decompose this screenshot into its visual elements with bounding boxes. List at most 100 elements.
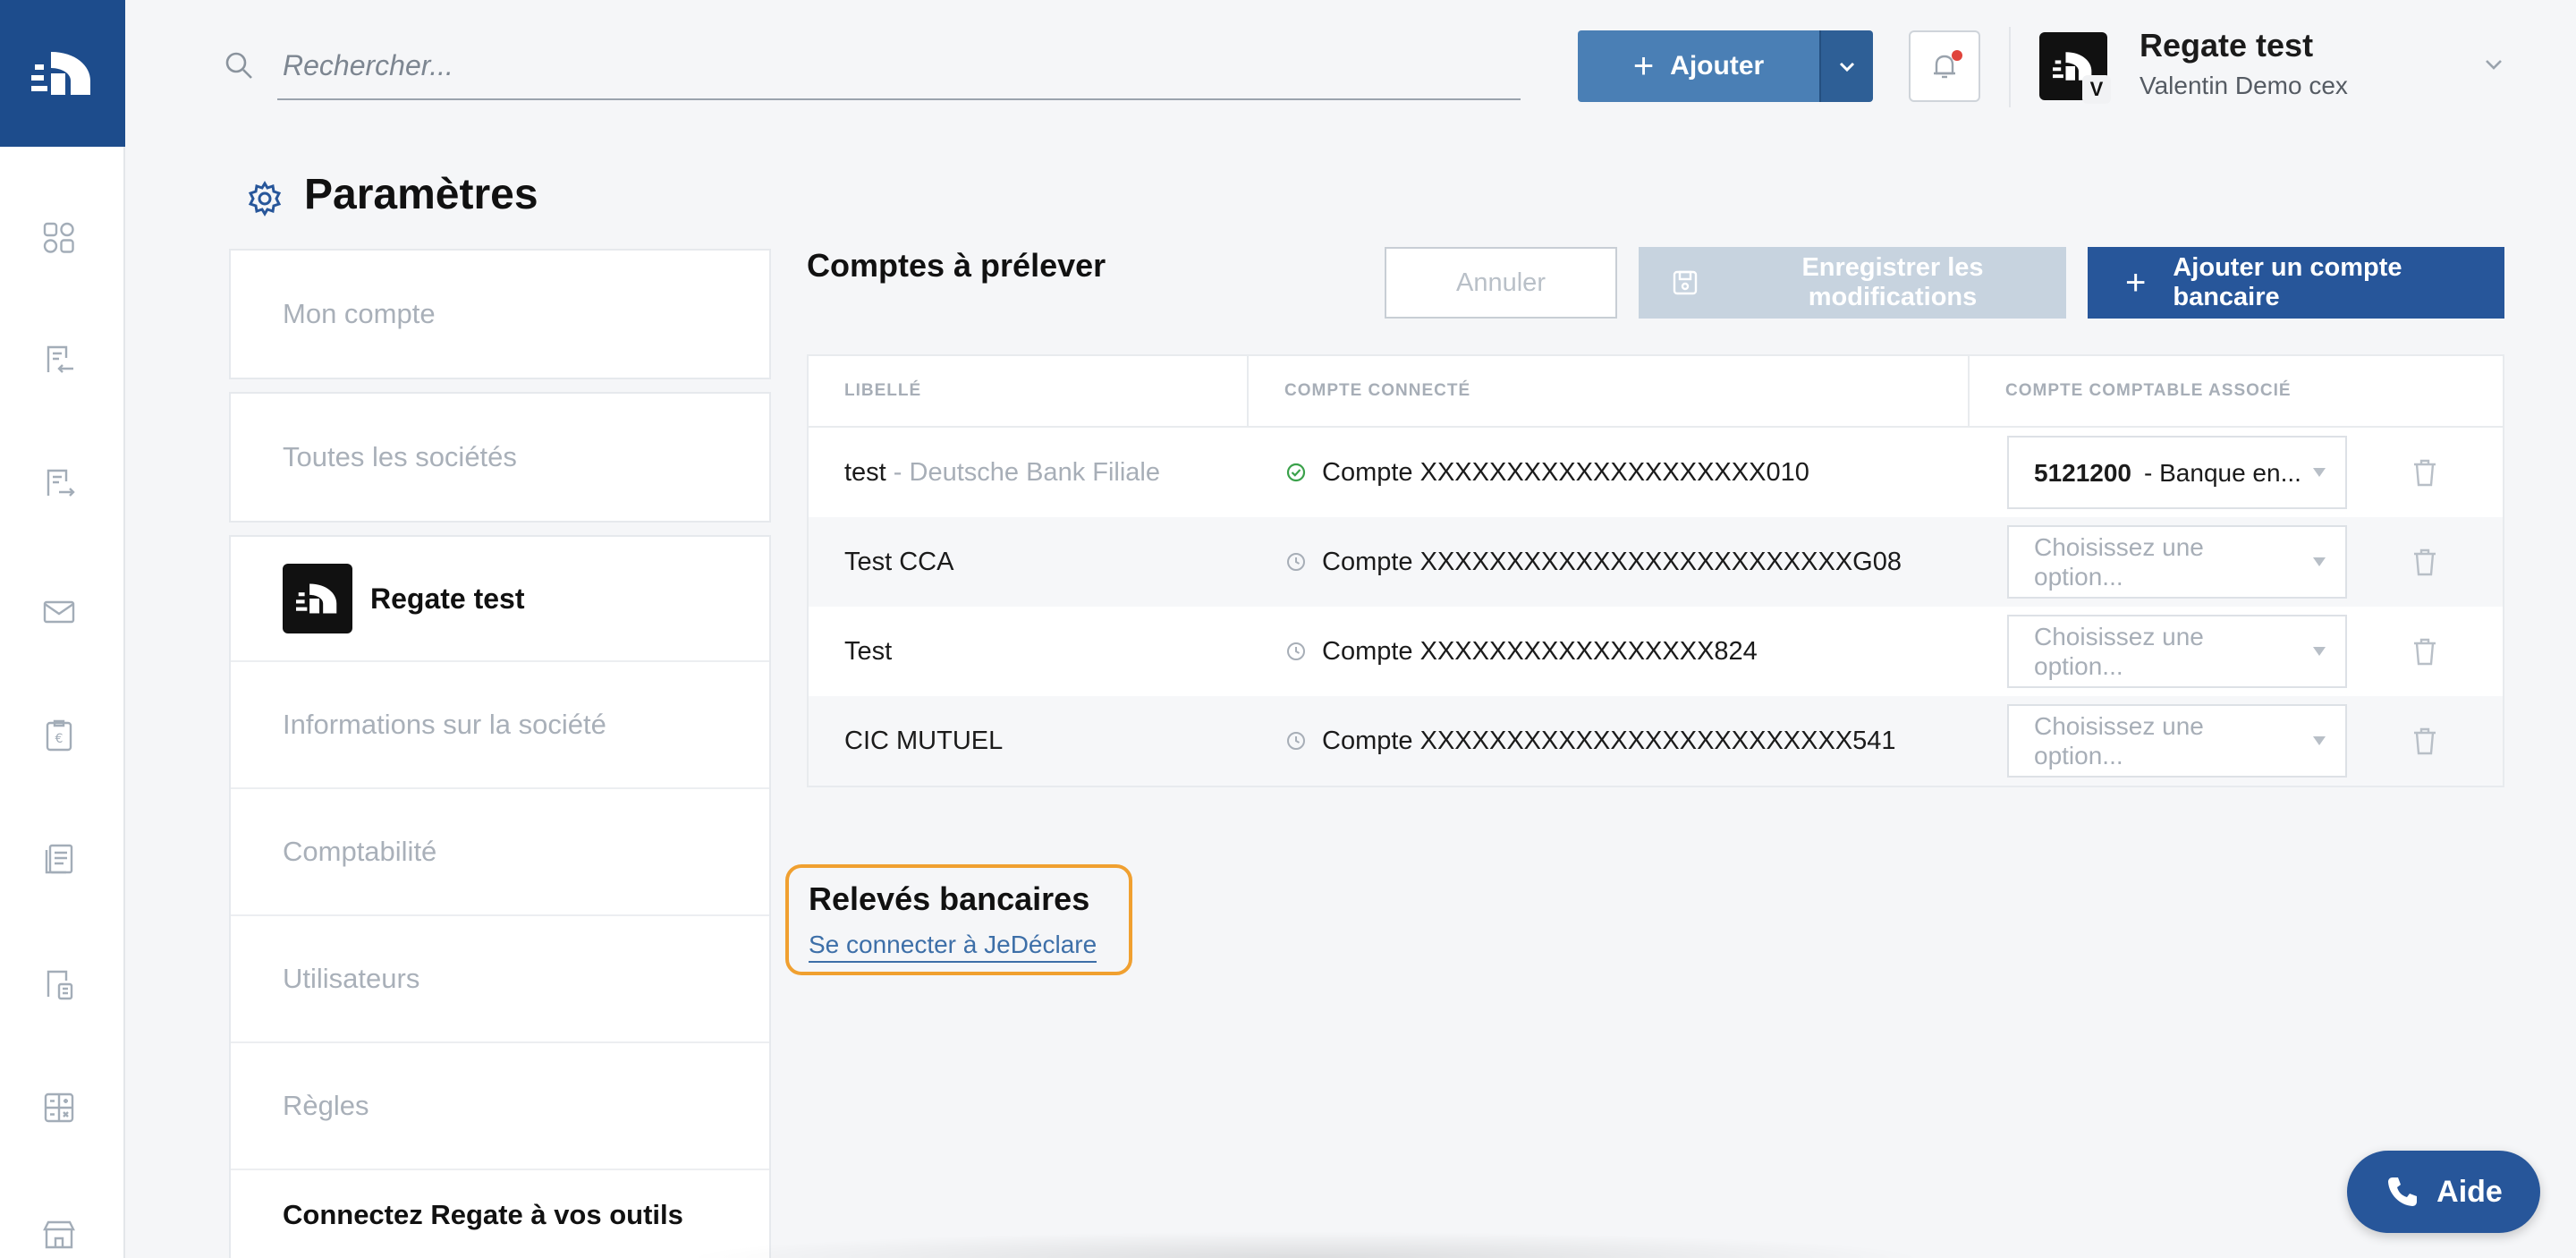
save-icon [1673, 270, 1698, 295]
plus-icon: + [2125, 262, 2147, 302]
notification-dot [1952, 50, 1962, 61]
invoice-in-icon[interactable] [36, 336, 82, 383]
delete-cell [2347, 547, 2503, 577]
delete-cell [2347, 636, 2503, 667]
dashboard-icon[interactable] [36, 215, 82, 261]
account-number: Compte XXXXXXXXXXXXXXXXXXXXXXXXX541 [1322, 726, 1896, 755]
caret-down-icon [2313, 736, 2326, 745]
row-label: Test [809, 637, 1250, 667]
app-rail: € [0, 0, 125, 1258]
row-label: test - Deutsche Bank Filiale [809, 458, 1250, 488]
expense-icon[interactable]: € [36, 712, 82, 759]
nav-all-companies[interactable]: Toutes les sociétés [229, 392, 771, 523]
ledger-cell: Choisissez une option... [1971, 704, 2347, 778]
caret-down-icon [2313, 557, 2326, 566]
company-settings-nav: Regate test Informations sur la société … [229, 535, 771, 1258]
phone-icon [2388, 1177, 2418, 1206]
gear-icon [248, 181, 282, 217]
search-icon [225, 52, 252, 79]
row-label: CIC MUTUEL [809, 727, 1250, 756]
select-placeholder: Choisissez une option... [2034, 712, 2204, 769]
nav-item-users[interactable]: Utilisateurs [231, 916, 769, 1043]
add-dropdown-button[interactable] [1819, 30, 1873, 102]
ledger-account-select[interactable]: Choisissez une option... [2007, 615, 2347, 688]
nav-item-label: Mon compte [283, 298, 436, 329]
regate-logo-icon [296, 583, 337, 614]
ledger-cell: Choisissez une option... [1971, 615, 2347, 688]
ledger-code: 5121200 [2034, 458, 2132, 487]
row-label-text: test [844, 457, 886, 487]
ledger-account-select[interactable]: Choisissez une option... [2007, 525, 2347, 599]
company-logo [283, 564, 352, 633]
org-avatar[interactable]: V [2039, 32, 2111, 104]
connected-account: Compte XXXXXXXXXXXXXXXXXXXXXXXXX541 [1250, 727, 1971, 756]
invoice-out-icon[interactable] [36, 460, 82, 506]
bank-statements-section: Relevés bancaires Se connecter à JeDécla… [785, 864, 1132, 975]
search-bar [224, 32, 1521, 100]
trash-icon[interactable] [2411, 547, 2438, 577]
bank-icon[interactable] [36, 1211, 82, 1258]
chevron-down-icon [1839, 62, 1855, 72]
delete-cell [2347, 726, 2503, 756]
account-number: Compte XXXXXXXXXXXXXXXXX824 [1322, 636, 1758, 666]
accounts-table: LIBELLÉ COMPTE CONNECTÉ COMPTE COMPTABLE… [807, 354, 2504, 787]
ledger-name: - Banque en... [2144, 458, 2301, 487]
plus-icon: + [1632, 46, 1655, 86]
help-label: Aide [2436, 1174, 2503, 1209]
svg-text:€: € [55, 732, 64, 746]
nav-item-label: Toutes les sociétés [283, 441, 517, 472]
add-bank-account-button[interactable]: + Ajouter un compte bancaire [2088, 247, 2504, 319]
account-number: Compte XXXXXXXXXXXXXXXXXXXXXXXXXG08 [1322, 547, 1902, 576]
clock-icon [1287, 732, 1305, 750]
nav-company-header[interactable]: Regate test [231, 537, 769, 662]
row-label-text: Test [844, 636, 893, 666]
nav-item-accounting[interactable]: Comptabilité [231, 789, 769, 916]
add-bank-account-label: Ajouter un compte bancaire [2173, 253, 2402, 311]
select-placeholder: Choisissez une option... [2034, 533, 2204, 591]
jedeclare-connect-link[interactable]: Se connecter à JeDéclare [809, 931, 1097, 963]
trash-icon[interactable] [2411, 726, 2438, 756]
user-name[interactable]: Valentin Demo cex [2140, 72, 2348, 100]
bank-statements-title: Relevés bancaires [809, 880, 1090, 917]
mail-icon[interactable] [36, 589, 82, 635]
calculator-doc-icon[interactable] [36, 961, 82, 1007]
caret-down-icon [2313, 647, 2326, 656]
table-header: LIBELLÉ COMPTE CONNECTÉ COMPTE COMPTABLE… [809, 356, 2503, 428]
add-button-label: Ajouter [1670, 51, 1765, 81]
cancel-button[interactable]: Annuler [1385, 247, 1617, 319]
select-placeholder: Choisissez une option... [2034, 623, 2204, 680]
delete-cell [2347, 457, 2503, 488]
save-button-label: Enregistrer les modifications [1801, 253, 1984, 311]
table-row: Test CCA Compte XXXXXXXXXXXXXXXXXXXXXXXX… [809, 517, 2503, 607]
ledger-account-select[interactable]: Choisissez une option... [2007, 704, 2347, 778]
app-logo[interactable] [0, 0, 125, 147]
user-avatar: V [2082, 75, 2111, 104]
org-name[interactable]: Regate test [2140, 27, 2313, 64]
documents-icon[interactable] [36, 836, 82, 882]
clock-icon [1287, 642, 1305, 660]
calculator-icon[interactable] [36, 1084, 82, 1131]
connected-account: Compte XXXXXXXXXXXXXXXXXXXX010 [1250, 458, 1971, 488]
nav-my-account[interactable]: Mon compte [229, 249, 771, 379]
row-label-text: CIC MUTUEL [844, 726, 1004, 755]
column-header: LIBELLÉ [809, 356, 1249, 426]
trash-icon[interactable] [2411, 636, 2438, 667]
notifications-button[interactable] [1909, 30, 1980, 102]
table-row: test - Deutsche Bank Filiale Compte XXXX… [809, 428, 2503, 517]
search-input[interactable] [277, 32, 1521, 100]
caret-down-icon [2313, 468, 2326, 477]
table-row: Test Compte XXXXXXXXXXXXXXXXX824 Choisis… [809, 607, 2503, 696]
save-button[interactable]: Enregistrer les modifications [1639, 247, 2066, 319]
nav-item-rules[interactable]: Règles [231, 1043, 769, 1170]
add-button[interactable]: + Ajouter [1578, 30, 1819, 102]
ledger-cell: Choisissez une option... [1971, 525, 2347, 599]
row-bank-name: - Deutsche Bank Filiale [886, 457, 1160, 487]
nav-item-company-info[interactable]: Informations sur la société [231, 662, 769, 789]
check-circle-icon [1286, 463, 1306, 482]
connected-account: Compte XXXXXXXXXXXXXXXXX824 [1250, 637, 1971, 667]
ledger-cell: 5121200 - Banque en... [1971, 436, 2347, 509]
ledger-account-select[interactable]: 5121200 - Banque en... [2007, 436, 2347, 509]
chevron-down-icon[interactable] [2481, 52, 2506, 77]
trash-icon[interactable] [2411, 457, 2438, 488]
help-button[interactable]: Aide [2347, 1151, 2540, 1233]
